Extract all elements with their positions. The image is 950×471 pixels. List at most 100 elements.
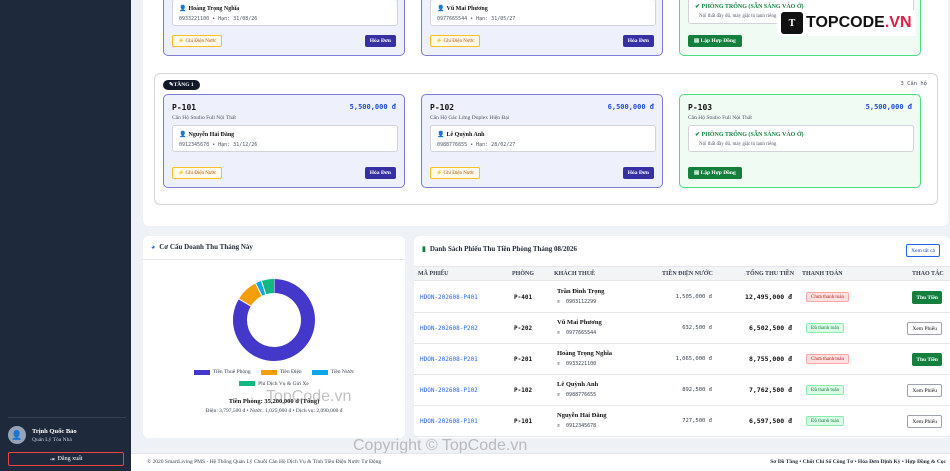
donut-slice-3[interactable] <box>261 279 275 295</box>
legend-swatch <box>193 369 210 375</box>
phone-icon: ✆ <box>557 361 561 367</box>
tenant-phone: 0903112299 <box>566 299 597 305</box>
room-card-p103[interactable]: P-103 5,500,000 đ Căn Hộ Studio Full Nội… <box>679 94 921 188</box>
bolt-icon: ⚡ <box>436 39 443 44</box>
card-title: Danh Sách Phiếu Thu Tiền Phòng Tháng 08/… <box>429 245 577 253</box>
invoice-button[interactable]: Hóa Đơn <box>364 167 396 179</box>
tenant-phone: 0988776655 <box>566 392 597 398</box>
tenant-name: Vũ Mai Phương <box>446 6 488 12</box>
tenant-meta: 0912345678 • Hạn: 31/12/26 <box>179 142 258 148</box>
payment-status-badge: Chưa thanh toán <box>806 292 849 302</box>
invoice-code[interactable]: HDON-202608-P102 <box>420 387 478 394</box>
invoice-room: P-202 <box>514 325 533 332</box>
view-receipt-button[interactable]: Xem Phiếu <box>907 415 942 428</box>
room-card-p102[interactable]: P-102 6,500,000 đ Căn Hộ Gác Lửng Duplex… <box>421 94 663 188</box>
pie-chart-icon: ◕ <box>151 243 156 251</box>
tenant-name: Nguyễn Hải Đăng <box>557 412 607 419</box>
create-contract-button[interactable]: ▤ Lập Hợp Đồng <box>688 167 742 179</box>
invoice-room: P-102 <box>514 387 533 394</box>
collect-payment-button[interactable]: Thu Tiền <box>912 291 942 304</box>
tenant-phone: 0912345678 <box>566 423 597 429</box>
logout-button[interactable]: ⇥ Đăng xuất <box>8 452 124 466</box>
total-amount: 6,502,500 đ <box>748 324 792 332</box>
card-title: Cơ Cấu Doanh Thu Tháng Này <box>159 243 253 251</box>
avatar: 👤 <box>8 426 26 444</box>
floor-tag: ✎TẦNG 1 <box>163 80 200 90</box>
room-price: 6,500,000 đ <box>607 103 654 111</box>
room-code: P-102 <box>430 103 455 112</box>
tenant-box: 👤 Hoàng Trọng Nghĩa 0933221100 • Hạn: 31/… <box>172 0 398 26</box>
sidebar: 👤 Trịnh Quốc Bảo Quản Lý Tòa Nhà ⇥ Đăng … <box>0 0 131 471</box>
tenant-name: Trần Đình Trọng <box>557 288 605 295</box>
payment-status-badge: Đã thanh toán <box>806 323 845 333</box>
legend-item[interactable]: Phí Dịch Vụ & Gửi Xe <box>239 379 309 389</box>
tenant-name: Hoàng Trọng Nghĩa <box>188 6 240 12</box>
invoice-code[interactable]: HDON-202608-P101 <box>420 418 478 425</box>
collect-payment-button[interactable]: Thu Tiền <box>912 353 942 366</box>
tenant-name: Lê Quỳnh Anh <box>557 381 599 388</box>
floor-group-1: ✎TẦNG 1 3 Căn hộ P-101 5,500,000 đ Căn H… <box>154 73 938 205</box>
legend-label: Phí Dịch Vụ & Gửi Xe <box>258 380 309 387</box>
view-receipt-button[interactable]: Xem Phiếu <box>907 384 942 397</box>
phone-icon: ✆ <box>557 392 561 398</box>
legend-item[interactable]: Tiền Nước <box>311 367 355 377</box>
room-card-p101[interactable]: P-101 5,500,000 đ Căn Hộ Studio Full Nội… <box>163 94 405 188</box>
record-meter-button[interactable]: ⚡ Ghi Điện Nước <box>172 35 223 47</box>
invoice-list-card: ▮ Danh Sách Phiếu Thu Tiền Phòng Tháng 08… <box>414 236 950 438</box>
utility-amount: 727,500 đ <box>682 418 712 424</box>
logo-mark: T <box>781 12 803 34</box>
room-type: Căn Hộ Gác Lửng Duplex Hiện Đại <box>430 115 510 121</box>
invoice-code[interactable]: HDON-202608-P201 <box>420 356 478 363</box>
person-icon: 👤 <box>179 132 187 138</box>
room-card-p202: 👤 Vũ Mai Phương 0977665544 • Hạn: 31/05/2… <box>421 0 663 56</box>
bolt-icon: ⚡ <box>436 171 443 176</box>
donut-slice-1[interactable] <box>238 283 263 307</box>
view-all-button[interactable]: Xem tất cả <box>906 244 940 257</box>
footer: © 2026 SmartLiving PMS - Hệ Thống Quản L… <box>131 453 950 471</box>
invoice-button[interactable]: Hóa Đơn <box>622 35 654 47</box>
view-receipt-button[interactable]: Xem Phiếu <box>907 322 942 335</box>
record-meter-button[interactable]: ⚡ Ghi Điện Nước <box>172 167 223 179</box>
empty-room-box: ✔ PHÒNG TRỐNG (SẴN SÀNG VÀO Ở) Nội thất … <box>688 125 914 152</box>
room-code: P-101 <box>172 103 197 112</box>
table-row: HDON-202608-P202 P-202 Vũ Mai Phương ✆ 0977… <box>414 313 950 344</box>
record-meter-button[interactable]: ⚡ Ghi Điện Nước <box>430 167 481 179</box>
legend-item[interactable]: Tiền Điện <box>260 367 302 377</box>
invoice-button[interactable]: Hóa Đơn <box>622 167 654 179</box>
tenant-meta: 0977665544 • Hạn: 31/05/27 <box>437 16 516 22</box>
total-amount: 12,495,000 đ <box>745 293 792 301</box>
tenant-name: Hoàng Trọng Nghĩa <box>557 350 613 357</box>
invoice-room: P-401 <box>514 294 533 301</box>
revenue-detail: Điện: 3,797,500 đ • Nước: 1,025,000 đ • … <box>205 408 343 414</box>
invoice-button[interactable]: Hóa Đơn <box>364 35 396 47</box>
logout-label: Đăng xuất <box>57 456 83 462</box>
legend-label: Tiền Nước <box>330 369 355 375</box>
utility-amount: 1,505,000 đ <box>675 294 712 300</box>
invoice-code[interactable]: HDON-202608-P202 <box>420 325 478 332</box>
tenant-phone: 0977665544 <box>566 330 597 336</box>
total-amount: 6,597,500 đ <box>748 417 792 425</box>
legend-swatch <box>260 369 277 375</box>
bolt-icon: ⚡ <box>178 39 185 44</box>
legend-item[interactable]: Tiền Thuê Phòng <box>193 367 251 377</box>
room-type: Căn Hộ Studio Full Nội Thất <box>688 115 752 121</box>
total-amount: 8,755,000 đ <box>748 355 792 363</box>
room-price: 5,500,000 đ <box>349 103 396 111</box>
room-type: Căn Hộ Studio Full Nội Thất <box>172 115 236 121</box>
contract-icon: ▤ <box>694 38 700 44</box>
floor-room-count: 3 Căn hộ <box>900 81 928 87</box>
person-icon: 👤 <box>437 132 445 138</box>
record-meter-button[interactable]: ⚡ Ghi Điện Nước <box>430 35 481 47</box>
donut-slice-2[interactable] <box>255 280 266 296</box>
table-row: HDON-202608-P401 P-401 Trần Đình Trọng ✆ 09… <box>414 282 950 313</box>
tenant-meta: 0988776655 • Hạn: 28/02/27 <box>437 142 516 148</box>
check-circle-icon: ✔ <box>695 132 701 138</box>
table-row: HDON-202608-P102 P-102 Lê Quỳnh Anh ✆ 09887… <box>414 375 950 406</box>
room-price: 5,500,000 đ <box>865 103 912 111</box>
invoice-code[interactable]: HDON-202608-P401 <box>420 294 478 301</box>
phone-icon: ✆ <box>557 423 561 429</box>
table-row: HDON-202608-P101 P-101 Nguyễn Hải Đăng ✆ 09… <box>414 406 950 437</box>
create-contract-button[interactable]: ▤ Lập Hợp Đồng <box>688 35 742 47</box>
legend-swatch <box>311 369 328 375</box>
utility-amount: 632,500 đ <box>682 325 712 331</box>
